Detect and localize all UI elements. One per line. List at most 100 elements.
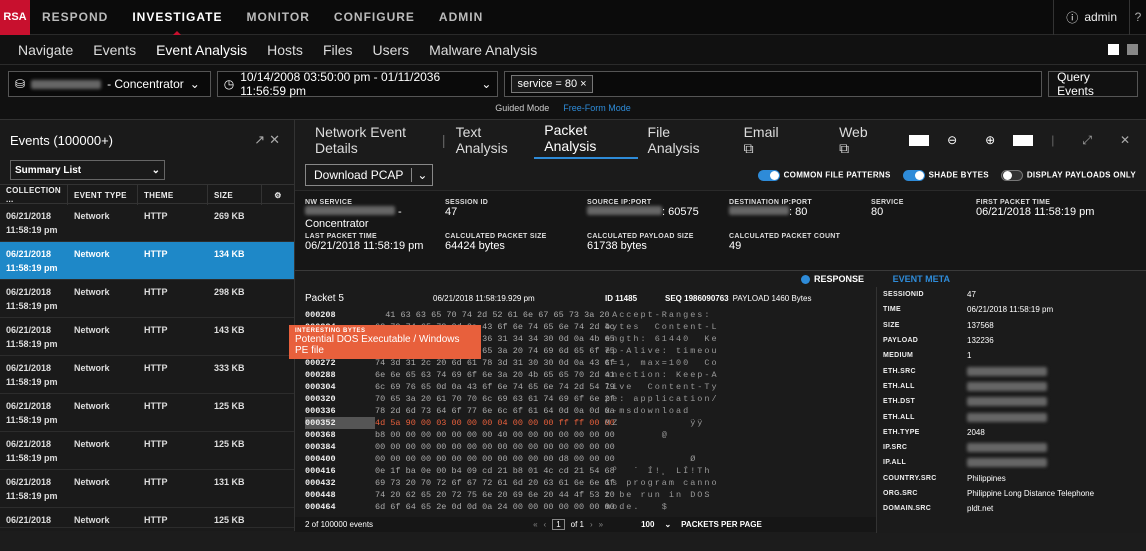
hex-bytes[interactable]: 6d 6f 64 65 2e 0d 0d 0a 24 00 00 00 00 0… — [375, 501, 615, 513]
prev-icon[interactable]: ⊖ — [937, 133, 967, 147]
layout-split-icon[interactable] — [1127, 44, 1138, 55]
tab-file-analysis[interactable]: File Analysis — [638, 124, 724, 156]
col-event-type[interactable]: EVENT TYPE — [68, 185, 138, 205]
subnav-malware-analysis[interactable]: Malware Analysis — [429, 42, 537, 58]
hex-bytes[interactable]: 4d 5a 90 00 03 00 00 00 04 00 00 00 ff f… — [375, 417, 615, 429]
hex-ascii[interactable]: ength: 61440 Ke — [605, 333, 745, 345]
hex-bytes[interactable]: 74 20 62 65 20 72 75 6e 20 69 6e 20 44 4… — [375, 489, 615, 501]
chevron-down-icon[interactable]: ⌄ — [411, 168, 432, 182]
col-collection[interactable]: COLLECTION ... — [0, 185, 68, 205]
hex-bytes[interactable]: 00 00 00 00 00 00 00 00 00 00 00 00 d8 0… — [375, 453, 615, 465]
nav-admin[interactable]: ADMIN — [427, 10, 495, 24]
subnav-event-analysis[interactable]: Event Analysis — [156, 42, 247, 58]
close-icon[interactable]: ✕ — [1110, 133, 1140, 147]
hex-ascii[interactable]: Accept-Ranges: — [605, 309, 745, 321]
nav-respond[interactable]: RESPOND — [30, 10, 120, 24]
meta-row[interactable]: ETH.DST — [877, 394, 1146, 409]
meta-row[interactable]: ETH.SRC — [877, 363, 1146, 378]
hex-ascii[interactable]: is program canno — [605, 477, 745, 489]
freeform-mode-link[interactable]: Free-Form Mode — [563, 103, 631, 119]
gear-icon[interactable]: ⚙ — [262, 185, 295, 205]
hex-ascii[interactable]: MZ ÿÿ — [605, 417, 745, 429]
table-row[interactable]: 06/21/2018 Network HTTP 125 KB — [0, 508, 294, 528]
expand-icon[interactable]: ⤢ — [1072, 133, 1102, 148]
next-icon[interactable]: ⊕ — [975, 133, 1005, 147]
hex-ascii[interactable]: mode. $ — [605, 501, 745, 513]
page-input[interactable]: 1 — [552, 519, 565, 530]
meta-row[interactable]: IP.SRC — [877, 440, 1146, 455]
hex-bytes[interactable]: 00 00 00 00 00 00 00 00 00 00 00 00 00 0… — [375, 441, 615, 453]
hex-ascii[interactable]: . @ — [605, 429, 745, 441]
hex-ascii[interactable]: Ø — [605, 453, 745, 465]
download-pcap-button[interactable]: Download PCAP ⌄ — [305, 164, 434, 186]
hex-bytes[interactable]: 0e 1f ba 0e 00 b4 09 cd 21 b8 01 4c cd 2… — [375, 465, 615, 477]
help-icon[interactable]: ? — [1130, 10, 1146, 24]
subnav-users[interactable]: Users — [373, 42, 410, 58]
tab-web[interactable]: Web ⧉ — [819, 124, 909, 157]
hex-ascii[interactable]: nnection: Keep-A — [605, 369, 745, 381]
table-row[interactable]: 06/21/2018 11:58:19 pm Network HTTP 125 K… — [0, 432, 294, 470]
view-icon[interactable] — [909, 134, 930, 146]
tab-packet-analysis[interactable]: Packet Analysis — [534, 122, 638, 159]
table-row[interactable]: 06/21/2018 11:58:19 pm Network HTTP 131 K… — [0, 470, 294, 508]
meta-row[interactable]: ETH.ALL — [877, 409, 1146, 424]
hex-bytes[interactable]: 6e 6e 65 63 74 69 6f 6e 3a 20 4b 65 65 7… — [375, 369, 615, 381]
tab-network-event-details[interactable]: Network Event Details — [305, 124, 442, 156]
details-icon[interactable] — [1013, 134, 1034, 146]
meta-row[interactable]: ORG.SRC Philippine Long Distance Telephon… — [877, 486, 1146, 501]
layout-single-icon[interactable] — [1108, 44, 1119, 55]
meta-row[interactable]: IP.ALL — [877, 455, 1146, 470]
hex-ascii[interactable]: pe: application/ — [605, 393, 745, 405]
hex-bytes[interactable]: 69 73 20 70 72 6f 67 72 61 6d 20 63 61 6… — [375, 477, 615, 489]
hex-ascii[interactable]: x-msdownload — [605, 405, 745, 417]
service-select[interactable]: ⛁ - Concentrator ⌄ — [8, 71, 211, 97]
meta-row[interactable]: PAYLOAD 132236 — [877, 333, 1146, 348]
first-page-icon[interactable]: « — [533, 520, 537, 529]
hex-bytes[interactable]: 78 2d 6d 73 64 6f 77 6e 6c 6f 61 64 0d 0… — [375, 405, 615, 417]
expand-icon[interactable]: ↗ — [254, 132, 269, 147]
table-row-selected[interactable]: 06/21/2018 11:58:19 pm Network HTTP 134 K… — [0, 242, 294, 280]
hex-bytes[interactable]: 41 63 63 65 70 74 2d 52 61 6e 67 65 73 3… — [375, 309, 609, 321]
hex-ascii[interactable]: t be run in DOS — [605, 489, 745, 501]
per-page-value[interactable]: 100 — [641, 520, 654, 529]
hex-ascii[interactable]: bytes Content-L — [605, 321, 745, 333]
tab-email[interactable]: Email ⧉ — [724, 124, 819, 157]
filter-pill[interactable]: service = 80 × — [511, 75, 593, 93]
hex-ascii[interactable]: ep-Alive: timeou — [605, 345, 745, 357]
hex-bytes[interactable]: 70 65 3a 20 61 70 70 6c 69 63 61 74 69 6… — [375, 393, 615, 405]
meta-row[interactable]: COUNTRY.SRC Philippines — [877, 471, 1146, 486]
query-events-button[interactable]: Query Events — [1048, 70, 1138, 98]
nav-investigate[interactable]: INVESTIGATE — [120, 10, 234, 35]
table-row[interactable]: 06/21/2018 11:58:19 pm Network HTTP 125 K… — [0, 394, 294, 432]
meta-row[interactable]: SIZE 137568 — [877, 318, 1146, 333]
prev-page-icon[interactable]: ‹ — [544, 520, 547, 529]
meta-row[interactable]: DOMAIN.SRC pldt.net — [877, 501, 1146, 516]
subnav-events[interactable]: Events — [93, 42, 136, 58]
hex-ascii[interactable]: t=1, max=100 Co — [605, 357, 745, 369]
col-theme[interactable]: THEME — [138, 185, 208, 205]
last-page-icon[interactable]: » — [599, 520, 603, 529]
meta-row[interactable]: MEDIUM 1 — [877, 348, 1146, 363]
meta-row[interactable]: TIME 06/21/2018 11:58:19 pm — [877, 302, 1146, 317]
chevron-down-icon[interactable]: ⌄ — [664, 520, 671, 529]
user-menu[interactable]: ⓘ admin — [1053, 0, 1130, 35]
toggle-common-file-patterns[interactable]: COMMON FILE PATTERNS — [757, 169, 891, 181]
table-row[interactable]: 06/21/2018 11:58:19 pm Network HTTP 269 K… — [0, 204, 294, 242]
subnav-files[interactable]: Files — [323, 42, 353, 58]
subnav-hosts[interactable]: Hosts — [267, 42, 303, 58]
meta-row[interactable]: ETH.ALL — [877, 379, 1146, 394]
view-select[interactable]: Summary List ⌄ — [10, 160, 165, 180]
table-row[interactable]: 06/21/2018 11:58:19 pm Network HTTP 298 K… — [0, 280, 294, 318]
toggle-shade-bytes[interactable]: SHADE BYTES — [902, 169, 989, 181]
meta-row[interactable]: SESSIONID 47 — [877, 287, 1146, 302]
close-icon[interactable]: ✕ — [269, 132, 284, 147]
subnav-navigate[interactable]: Navigate — [18, 42, 73, 58]
hex-bytes[interactable]: b8 00 00 00 00 00 00 00 40 00 00 00 00 0… — [375, 429, 615, 441]
col-size[interactable]: SIZE — [208, 185, 262, 205]
toggle-display-payloads-only[interactable]: DISPLAY PAYLOADS ONLY — [1000, 169, 1136, 181]
time-range-select[interactable]: ◷ 10/14/2008 03:50:00 pm - 01/11/2036 11… — [216, 70, 499, 98]
hex-ascii[interactable]: live Content-Ty — [605, 381, 745, 393]
next-page-icon[interactable]: › — [590, 520, 593, 529]
hex-bytes[interactable]: 6c 69 76 65 0d 0a 43 6f 6e 74 65 6e 74 2… — [375, 381, 615, 393]
table-row[interactable]: 06/21/2018 11:58:19 pm Network HTTP 143 K… — [0, 318, 294, 356]
